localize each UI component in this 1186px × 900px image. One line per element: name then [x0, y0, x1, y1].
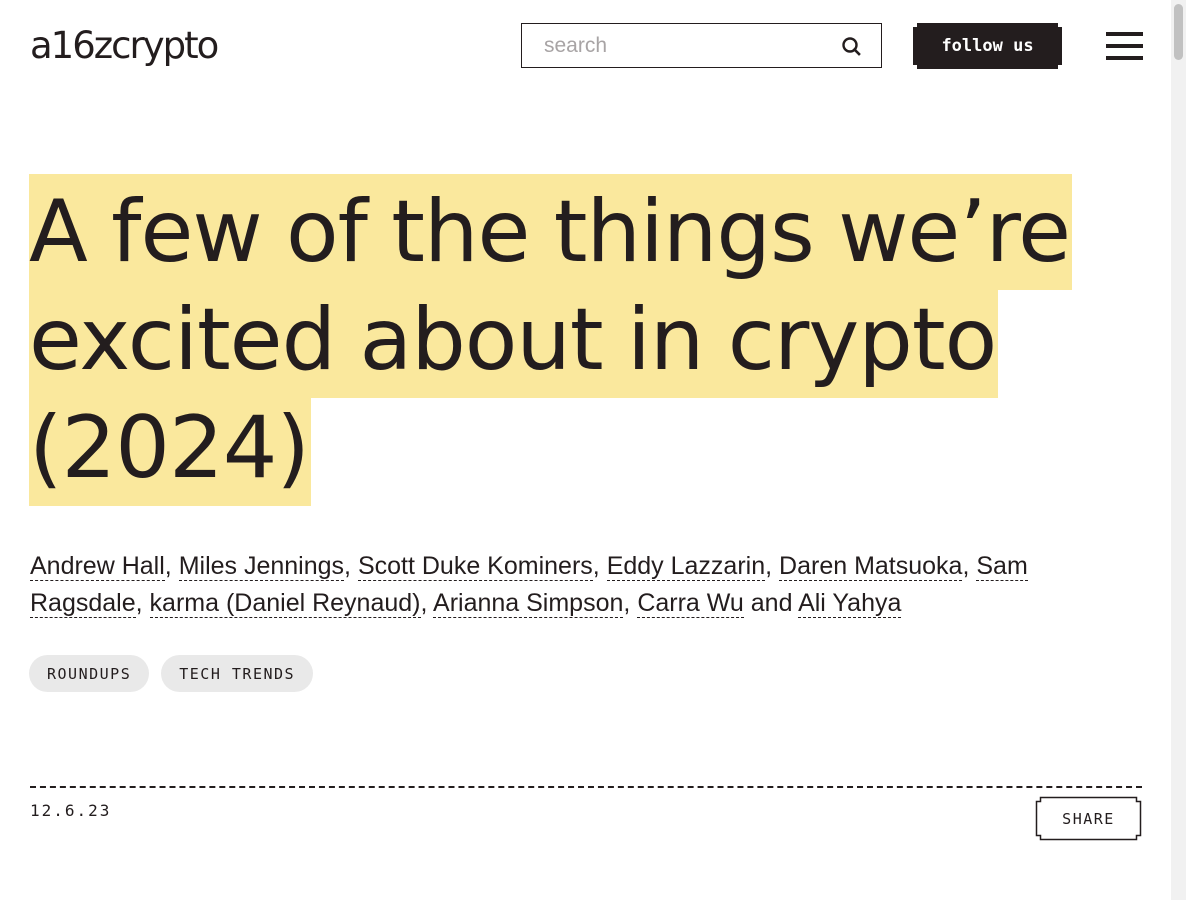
search-input[interactable]: [522, 24, 844, 67]
author-link[interactable]: Andrew Hall: [30, 552, 165, 581]
article-title: A few of the things we’re excited about …: [29, 174, 1139, 506]
scrollbar[interactable]: [1171, 0, 1186, 900]
author-separator: ,: [164, 552, 179, 580]
follow-us-button[interactable]: follow us: [913, 23, 1062, 69]
title-line: (2024): [29, 390, 311, 506]
author-separator: ,: [135, 589, 150, 617]
title-line: excited about in crypto: [29, 282, 999, 398]
author-link[interactable]: Ali Yahya: [798, 589, 902, 618]
author-list: Andrew Hall, Miles Jennings, Scott Duke …: [30, 548, 1130, 622]
search-icon[interactable]: [841, 36, 863, 58]
author-link[interactable]: Daren Matsuoka: [779, 552, 963, 581]
share-label: SHARE: [1062, 809, 1115, 828]
author-separator: ,: [623, 589, 638, 617]
author-link[interactable]: Eddy Lazzarin: [606, 552, 766, 581]
author-separator: ,: [765, 552, 780, 580]
share-button[interactable]: SHARE: [1035, 796, 1142, 841]
search-box: [521, 23, 882, 68]
publish-date: 12.6.23: [30, 801, 112, 820]
title-line: A few of the things we’re: [29, 174, 1073, 290]
tag-list: ROUNDUPS TECH TRENDS: [29, 655, 314, 692]
dashed-divider: [30, 786, 1142, 788]
author-separator: ,: [344, 552, 358, 580]
author-separator: ,: [962, 552, 977, 580]
author-separator: ,: [420, 589, 434, 617]
author-separator: ,: [592, 552, 607, 580]
author-link[interactable]: Miles Jennings: [178, 552, 345, 581]
author-link[interactable]: Carra Wu: [637, 589, 744, 618]
author-link[interactable]: Arianna Simpson: [433, 589, 624, 618]
tag-roundups[interactable]: ROUNDUPS: [29, 655, 150, 692]
tag-tech-trends[interactable]: TECH TRENDS: [161, 655, 314, 692]
author-link[interactable]: Scott Duke Kominers: [357, 552, 593, 581]
author-link[interactable]: karma (Daniel Reynaud): [149, 589, 421, 618]
hamburger-menu-icon[interactable]: [1106, 32, 1143, 60]
scrollbar-thumb[interactable]: [1174, 4, 1183, 60]
page: a16zcrypto follow us A few of the things…: [0, 0, 1186, 900]
logo[interactable]: a16zcrypto: [30, 26, 219, 66]
author-separator: and: [743, 589, 799, 617]
